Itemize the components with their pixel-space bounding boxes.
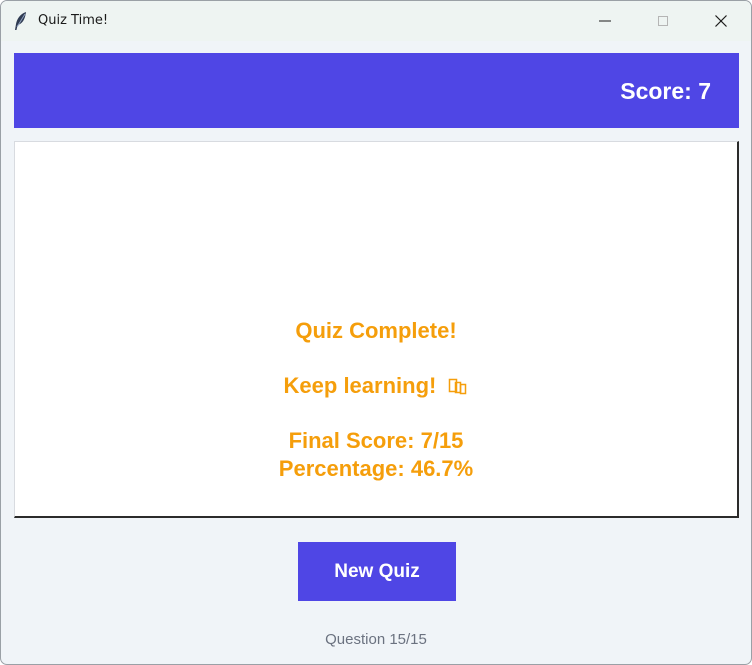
final-score: Final Score: 7/15: [288, 428, 464, 453]
close-button[interactable]: [692, 1, 750, 41]
percentage: Percentage: 46.7%: [278, 456, 474, 481]
maximize-icon: [658, 16, 668, 26]
encouragement-text: Keep learning!: [283, 373, 437, 398]
title-bar[interactable]: Quiz Time!: [1, 1, 751, 41]
books-icon: [448, 375, 468, 395]
quiz-complete-heading: Quiz Complete!: [15, 318, 737, 344]
app-window: Quiz Time! Score: 7 Quiz Complete! Keep …: [0, 0, 752, 665]
minimize-icon: [599, 20, 611, 22]
new-quiz-button[interactable]: New Quiz: [298, 542, 456, 601]
encouragement-message: Keep learning!: [15, 373, 737, 399]
score-header: Score: 7: [14, 53, 739, 128]
minimize-button[interactable]: [576, 1, 634, 41]
quiz-complete-text: Quiz Complete!: [295, 318, 457, 343]
window-title: Quiz Time!: [38, 13, 109, 28]
question-progress: Question 15/15: [325, 631, 427, 648]
close-icon: [715, 15, 727, 27]
feather-icon: [13, 11, 29, 31]
maximize-button[interactable]: [634, 1, 692, 41]
score-label: Score: 7: [620, 78, 711, 104]
result-panel: Quiz Complete! Keep learning! Final Scor…: [14, 141, 739, 518]
